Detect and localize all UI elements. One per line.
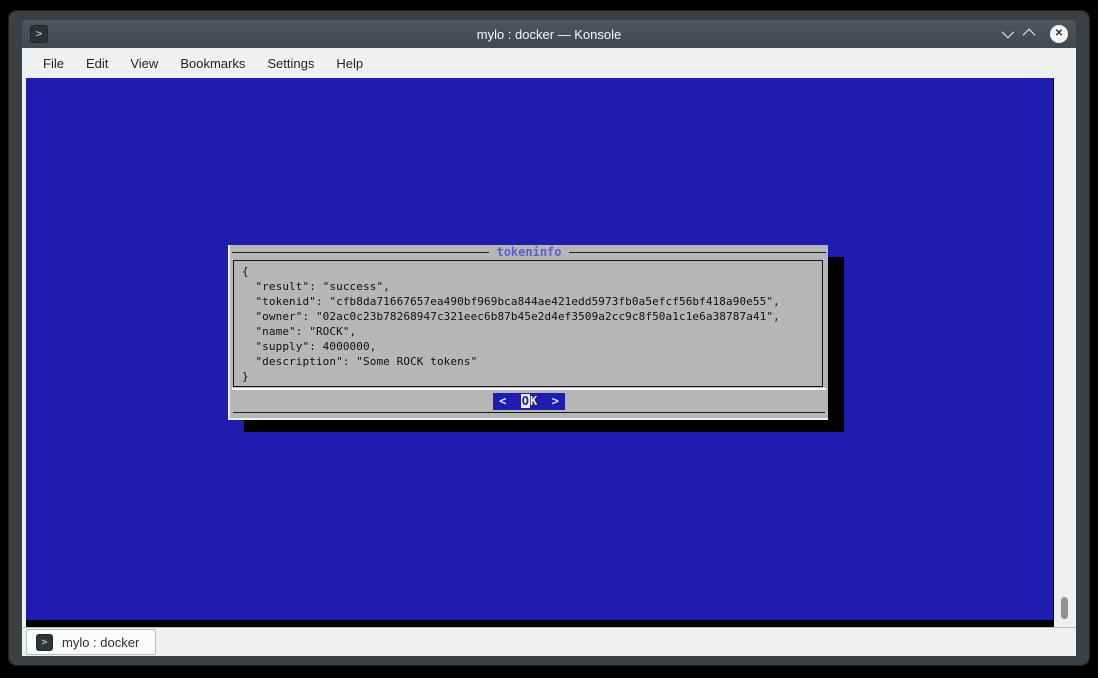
terminal-screen[interactable]: tokeninfo { "result": "success", "tokeni… — [26, 78, 1053, 620]
ok-key-letter: O — [521, 394, 530, 408]
terminal-view[interactable]: tokeninfo { "result": "success", "tokeni… — [26, 78, 1054, 627]
menu-help[interactable]: Help — [325, 56, 374, 71]
dialog-button-row: < OK > — [230, 390, 828, 412]
menu-edit[interactable]: Edit — [75, 56, 119, 71]
dialog-text-panel: { "result": "success", "tokenid": "cfb8d… — [233, 260, 823, 387]
json-line: "owner": "02ac0c23b78268947c321eec6b87b4… — [242, 309, 822, 324]
tab-mylo-docker[interactable]: > mylo : docker — [26, 629, 156, 655]
dialog-title-row: tokeninfo — [230, 246, 828, 259]
json-line: "result": "success", — [242, 279, 822, 294]
menu-file[interactable]: File — [32, 56, 75, 71]
chevron-down-icon — [1002, 26, 1015, 39]
dialog-bottom-edge — [230, 412, 828, 418]
title-bar[interactable]: > mylo : docker — Konsole ✕ — [22, 20, 1076, 48]
ok-bracket-right: > — [552, 394, 559, 408]
ok-button[interactable]: < OK > — [493, 393, 565, 410]
json-line: } — [242, 369, 822, 384]
window-controls: ✕ — [1002, 25, 1076, 43]
scrollbar-thumb[interactable] — [1061, 597, 1068, 619]
tab-bar: > mylo : docker — [22, 627, 1076, 656]
dialog-title: tokeninfo — [489, 246, 568, 259]
close-button[interactable]: ✕ — [1050, 25, 1068, 43]
tokeninfo-dialog: tokeninfo { "result": "success", "tokeni… — [228, 245, 828, 420]
tab-label: mylo : docker — [62, 635, 139, 650]
chevron-up-icon — [1023, 29, 1036, 42]
minimize-button[interactable] — [1002, 25, 1011, 43]
ok-bracket-left: < — [499, 394, 506, 408]
ok-rest-letters: K — [530, 394, 537, 408]
menu-view[interactable]: View — [119, 56, 169, 71]
menu-settings[interactable]: Settings — [256, 56, 325, 71]
terminal-tab-icon: > — [36, 634, 53, 651]
json-line: "description": "Some ROCK tokens" — [242, 354, 822, 369]
menu-bar: File Edit View Bookmarks Settings Help — [22, 48, 1076, 78]
maximize-button[interactable] — [1026, 25, 1035, 43]
konsole-window: > mylo : docker — Konsole ✕ File Edit Vi… — [8, 10, 1090, 666]
terminal-area: tokeninfo { "result": "success", "tokeni… — [22, 78, 1076, 627]
json-line: "name": "ROCK", — [242, 324, 822, 339]
json-line: "tokenid": "cfb8da71667657ea490bf969bca8… — [242, 294, 822, 309]
window-title: mylo : docker — Konsole — [22, 27, 1076, 42]
terminal-scrollbar[interactable] — [1054, 78, 1076, 627]
json-line: { — [242, 264, 822, 279]
menu-bookmarks[interactable]: Bookmarks — [169, 56, 256, 71]
dialog-bottom-rule — [233, 412, 825, 413]
json-line: "supply": 4000000, — [242, 339, 822, 354]
